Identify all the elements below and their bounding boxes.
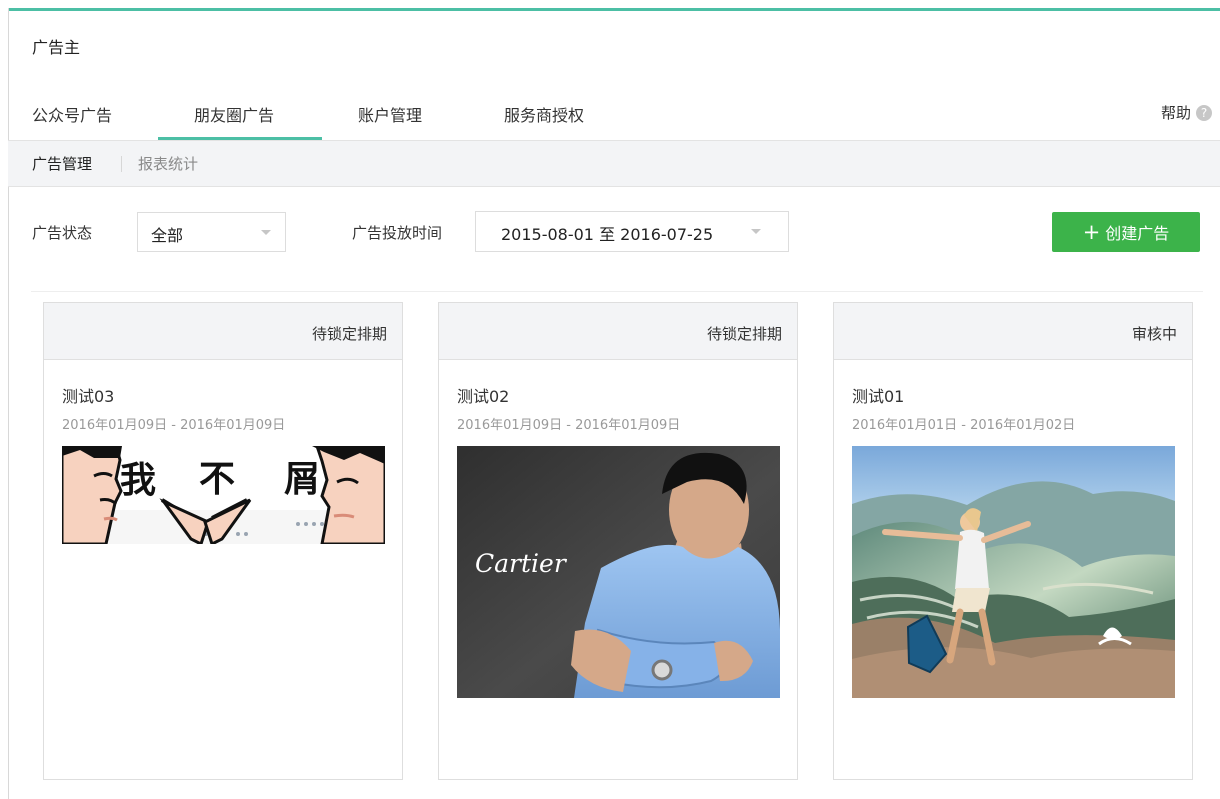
help-link[interactable]: 帮助? — [1161, 102, 1212, 123]
status-badge: 待锁定排期 — [706, 325, 782, 343]
ad-card[interactable]: 审核中 测试01 2016年01月01日 - 2016年01月02日 — [833, 302, 1193, 780]
comic-word-xie: 屑 — [284, 458, 320, 500]
ad-date-range: 2016年01月09日 - 2016年01月09日 — [62, 418, 286, 433]
cartier-ad-image: Cartier — [457, 446, 780, 698]
travel-ad-image — [852, 446, 1175, 698]
tab-moments-ads[interactable]: 朋友圈广告 — [194, 102, 274, 126]
tab-account-management[interactable]: 账户管理 — [358, 102, 422, 126]
ad-date-range: 2016年01月01日 - 2016年01月02日 — [852, 418, 1076, 433]
ad-card-header: 待锁定排期 — [439, 303, 797, 360]
card-area-divider — [31, 291, 1203, 292]
ad-card[interactable]: 待锁定排期 测试03 2016年01月09日 - 2016年01月09日 我 不… — [43, 302, 403, 780]
tab-service-provider-authorization[interactable]: 服务商授权 — [504, 102, 584, 126]
subnav-ad-management[interactable]: 广告管理 — [32, 153, 92, 174]
main-tabs: 公众号广告 朋友圈广告 账户管理 服务商授权 帮助? — [8, 90, 1220, 140]
plus-icon: + — [1082, 220, 1101, 244]
tab-official-account-ads[interactable]: 公众号广告 — [32, 102, 112, 126]
subnav-report-statistics[interactable]: 报表统计 — [138, 153, 198, 174]
cartier-portrait: Cartier — [457, 446, 780, 698]
page-title: 广告主 — [32, 38, 81, 57]
comic-word-wo: 我 — [120, 459, 156, 501]
date-range-value: 2015-08-01 至 2016-07-25 — [501, 225, 714, 244]
ad-date-range: 2016年01月09日 - 2016年01月09日 — [457, 418, 681, 433]
comic-ad-image: 我 不 屑 — [62, 446, 385, 544]
ad-card-header: 待锁定排期 — [44, 303, 402, 360]
ad-status-value: 全部 — [151, 226, 184, 245]
secondary-navigation: 广告管理 报表统计 — [8, 140, 1220, 187]
date-range-select[interactable]: 2015-08-01 至 2016-07-25 — [475, 211, 789, 252]
question-circle-icon: ? — [1196, 105, 1212, 121]
advertiser-dashboard: 广告主 公众号广告 朋友圈广告 账户管理 服务商授权 帮助? 广告管理 报表统计… — [0, 0, 1220, 799]
ad-card[interactable]: 待锁定排期 测试02 2016年01月09日 - 2016年01月09日 Car… — [438, 302, 798, 780]
status-badge: 待锁定排期 — [311, 325, 387, 343]
top-accent-line — [8, 8, 1220, 11]
ad-title: 测试02 — [457, 387, 510, 406]
ad-status-select[interactable]: 全部 — [137, 212, 286, 252]
status-badge: 审核中 — [1131, 325, 1177, 343]
cartier-brand-text: Cartier — [475, 549, 568, 578]
ad-title: 测试01 — [852, 387, 905, 406]
comic-illustration: 我 不 屑 — [62, 446, 385, 544]
comic-word-bu: 不 — [199, 458, 235, 500]
create-ad-label: 创建广告 — [1105, 224, 1170, 243]
mountain-traveler-photo — [852, 446, 1175, 698]
chevron-down-icon — [751, 229, 761, 234]
ad-title: 测试03 — [62, 387, 115, 406]
subnav-divider — [121, 156, 122, 172]
help-label: 帮助 — [1160, 104, 1191, 122]
ad-card-header: 审核中 — [834, 303, 1192, 360]
chevron-down-icon — [261, 230, 271, 235]
create-ad-button[interactable]: + 创建广告 — [1052, 212, 1200, 252]
ad-delivery-time-label: 广告投放时间 — [352, 224, 443, 242]
ad-status-label: 广告状态 — [32, 224, 93, 242]
